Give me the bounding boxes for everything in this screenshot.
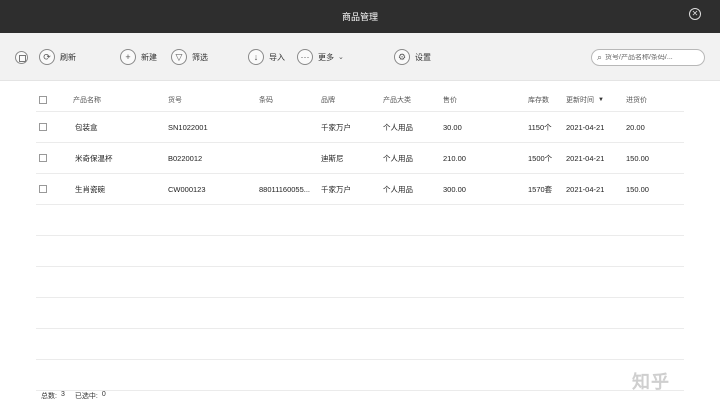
empty-row bbox=[36, 205, 684, 236]
row-checkbox[interactable] bbox=[39, 112, 47, 142]
cell-name: 包装盒 bbox=[75, 122, 98, 132]
table-footer: 总数: 3 已选中: 0 bbox=[41, 391, 106, 401]
more-label: 更多 bbox=[318, 52, 334, 62]
window-titlebar: 商品管理 ✕ bbox=[0, 0, 720, 33]
column-header-sku[interactable]: 货号 bbox=[168, 88, 182, 111]
cell-stock: 1570套 bbox=[528, 184, 553, 194]
more-button[interactable]: ··· 更多 ⌄ bbox=[297, 49, 344, 65]
gear-icon: ⚙ bbox=[394, 49, 410, 65]
select-all-checkbox[interactable] bbox=[39, 88, 47, 111]
cell-category: 个人用品 bbox=[383, 184, 413, 194]
new-label: 新建 bbox=[141, 52, 157, 62]
cell-updated: 2021-04-21 bbox=[566, 153, 605, 163]
close-icon[interactable]: ✕ bbox=[689, 8, 701, 20]
cell-brand: 千家万户 bbox=[321, 122, 351, 132]
cell-name: 米奇保温杯 bbox=[75, 153, 113, 163]
cell-stock: 1150个 bbox=[528, 122, 552, 132]
cell-price: 210.00 bbox=[443, 153, 466, 163]
updated-header-label: 更新时间 bbox=[566, 96, 594, 104]
selected-label: 已选中: bbox=[74, 393, 98, 400]
column-header-name[interactable]: 产品名称 bbox=[73, 88, 101, 111]
cell-price: 30.00 bbox=[443, 122, 462, 132]
cell-cost: 150.00 bbox=[626, 153, 649, 163]
empty-row bbox=[36, 360, 684, 391]
import-icon: ↓ bbox=[248, 49, 264, 65]
plus-icon: + bbox=[120, 49, 136, 65]
table-row[interactable]: 包装盒 SN1022001 千家万户 个人用品 30.00 1150个 2021… bbox=[36, 112, 684, 143]
layout-toggle-button[interactable] bbox=[15, 49, 28, 65]
empty-row bbox=[36, 236, 684, 267]
cell-sku: B0220012 bbox=[168, 153, 203, 163]
cell-category: 个人用品 bbox=[383, 153, 413, 163]
table-header-row: 产品名称 货号 条码 品牌 产品大类 售价 库存数 更新时间 ▼ 进货价 bbox=[36, 88, 684, 112]
empty-row bbox=[36, 329, 684, 360]
refresh-icon: ⟳ bbox=[39, 49, 55, 65]
cell-stock: 1500个 bbox=[528, 153, 553, 163]
cell-cost: 150.00 bbox=[626, 184, 649, 194]
cell-barcode: 88011160055... bbox=[259, 184, 311, 194]
column-header-updated[interactable]: 更新时间 ▼ bbox=[566, 88, 604, 111]
row-checkbox[interactable] bbox=[39, 143, 47, 173]
zhihu-watermark: 知乎 bbox=[632, 372, 670, 392]
cell-sku: SN1022001 bbox=[168, 122, 208, 132]
selected-count: 0 bbox=[101, 391, 106, 398]
column-header-stock[interactable]: 库存数 bbox=[528, 88, 549, 111]
row-checkbox[interactable] bbox=[39, 174, 47, 204]
filter-button[interactable]: ▽ 筛选 bbox=[171, 49, 208, 65]
settings-label: 设置 bbox=[415, 52, 431, 62]
total-count: 3 bbox=[60, 391, 65, 398]
empty-row bbox=[36, 298, 684, 329]
column-header-price[interactable]: 售价 bbox=[443, 88, 457, 111]
cell-cost: 20.00 bbox=[626, 122, 645, 132]
settings-button[interactable]: ⚙ 设置 bbox=[394, 49, 431, 65]
search-input[interactable] bbox=[605, 54, 696, 61]
import-label: 导入 bbox=[269, 52, 285, 62]
filter-icon: ▽ bbox=[171, 49, 187, 65]
refresh-label: 刷新 bbox=[60, 52, 76, 62]
refresh-button[interactable]: ⟳ 刷新 bbox=[39, 49, 76, 65]
sort-desc-icon[interactable]: ▼ bbox=[598, 97, 604, 103]
column-header-barcode[interactable]: 条码 bbox=[259, 88, 273, 111]
cell-brand: 千家万户 bbox=[321, 184, 351, 194]
layout-icon bbox=[15, 50, 28, 64]
ellipsis-icon: ··· bbox=[297, 49, 313, 65]
cell-price: 300.00 bbox=[443, 184, 466, 194]
new-button[interactable]: + 新建 bbox=[120, 49, 157, 65]
cell-sku: CW000123 bbox=[168, 184, 206, 194]
cell-updated: 2021-04-21 bbox=[566, 184, 605, 194]
cell-updated: 2021-04-21 bbox=[566, 122, 605, 132]
filter-label: 筛选 bbox=[192, 52, 208, 62]
chevron-down-icon: ⌄ bbox=[338, 54, 344, 61]
search-box[interactable]: ⌕ bbox=[591, 49, 705, 66]
cell-name: 生肖瓷碗 bbox=[75, 184, 105, 194]
table-row[interactable]: 米奇保温杯 B0220012 迪斯尼 个人用品 210.00 1500个 202… bbox=[36, 143, 684, 174]
column-header-brand[interactable]: 品牌 bbox=[321, 88, 335, 111]
empty-row bbox=[36, 267, 684, 298]
import-button[interactable]: ↓ 导入 bbox=[248, 49, 285, 65]
total-label: 总数: bbox=[41, 393, 57, 400]
search-icon: ⌕ bbox=[597, 52, 603, 62]
cell-category: 个人用品 bbox=[383, 122, 413, 132]
window-title: 商品管理 bbox=[341, 12, 378, 22]
table-row[interactable]: 生肖瓷碗 CW000123 88011160055... 千家万户 个人用品 3… bbox=[36, 174, 684, 205]
cell-brand: 迪斯尼 bbox=[321, 153, 344, 163]
column-header-cost[interactable]: 进货价 bbox=[626, 88, 647, 111]
column-header-category[interactable]: 产品大类 bbox=[383, 88, 411, 111]
